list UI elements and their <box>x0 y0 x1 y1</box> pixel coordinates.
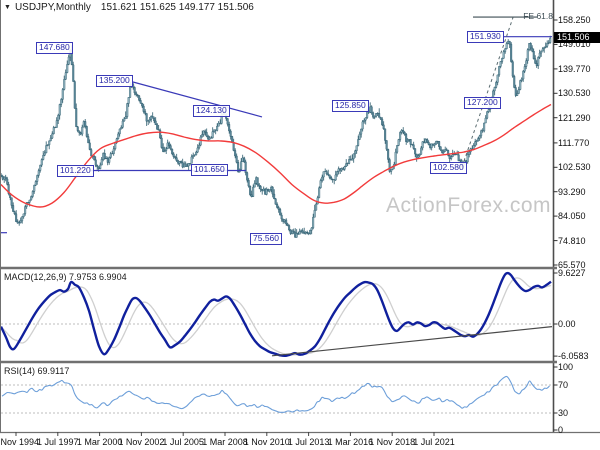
chart-window: ▼ USDJPY,Monthly 151.621 151.625 149.177 1… <box>0 0 600 450</box>
rsi-line <box>1 375 550 413</box>
rsi-axis-label: 0 <box>558 425 564 435</box>
price-axis-label: 74.810 <box>558 235 586 246</box>
current-price-tag: 151.506 <box>554 32 600 43</box>
price-axis-label: 93.290 <box>558 186 586 197</box>
ohlc-values: 151.621 151.625 149.177 151.506 <box>100 2 254 13</box>
price-axis-label: 130.530 <box>558 88 591 99</box>
price-level-label: 102.580 <box>430 161 467 174</box>
time-axis-label: 1 Jul 2021 <box>413 437 455 447</box>
price-level-label: 125.850 <box>332 100 369 113</box>
fib-extension-label: FE 61.8 <box>523 11 553 21</box>
rsi-axis-label: 30 <box>558 408 569 418</box>
macd-axis-label: -6.0583 <box>558 351 589 362</box>
rsi-axis-label: 70 <box>558 380 569 390</box>
macd-trendline[interactable] <box>271 326 553 357</box>
macd-line <box>0 271 552 358</box>
price-level-label: 101.220 <box>57 165 94 178</box>
macd-signal-line <box>0 277 552 356</box>
rsi-indicator-label: RSI(14) 69.9117 <box>4 366 70 376</box>
rsi-axis-label: 100 <box>558 362 574 372</box>
macd-axis-label: 9.6227 <box>558 267 586 278</box>
symbol-period-label: USDJPY,Monthly <box>14 2 91 13</box>
price-axis-label: 139.770 <box>558 63 591 74</box>
price-axis-label: 121.290 <box>558 112 591 123</box>
price-level-label: 124.130 <box>193 104 230 117</box>
chart-canvas[interactable] <box>0 0 600 450</box>
price-axis-label: 158.250 <box>558 15 591 25</box>
price-level-label: 127.200 <box>464 96 501 109</box>
macd-indicator-label: MACD(12,26,9) 7.9753 6.9904 <box>4 272 127 282</box>
macd-axis-label: 0.00 <box>558 319 576 329</box>
price-axis-label: 84.050 <box>558 211 586 222</box>
price-level-label: 135.200 <box>96 75 133 88</box>
price-axis-label: 111.770 <box>558 137 590 148</box>
chart-titlebar: ▼ USDJPY,Monthly 151.621 151.625 149.177 1… <box>4 2 254 14</box>
watermark: ActionForex.com <box>386 194 552 217</box>
price-level-label: 151.930 <box>467 31 504 44</box>
price-axis-label: 102.530 <box>558 162 591 173</box>
symbol-dropdown-icon[interactable]: ▼ <box>4 4 11 11</box>
price-level-label: 75.560 <box>250 233 282 246</box>
price-level-label: 147.680 <box>36 42 73 55</box>
price-level-label: 101.650 <box>191 164 228 177</box>
